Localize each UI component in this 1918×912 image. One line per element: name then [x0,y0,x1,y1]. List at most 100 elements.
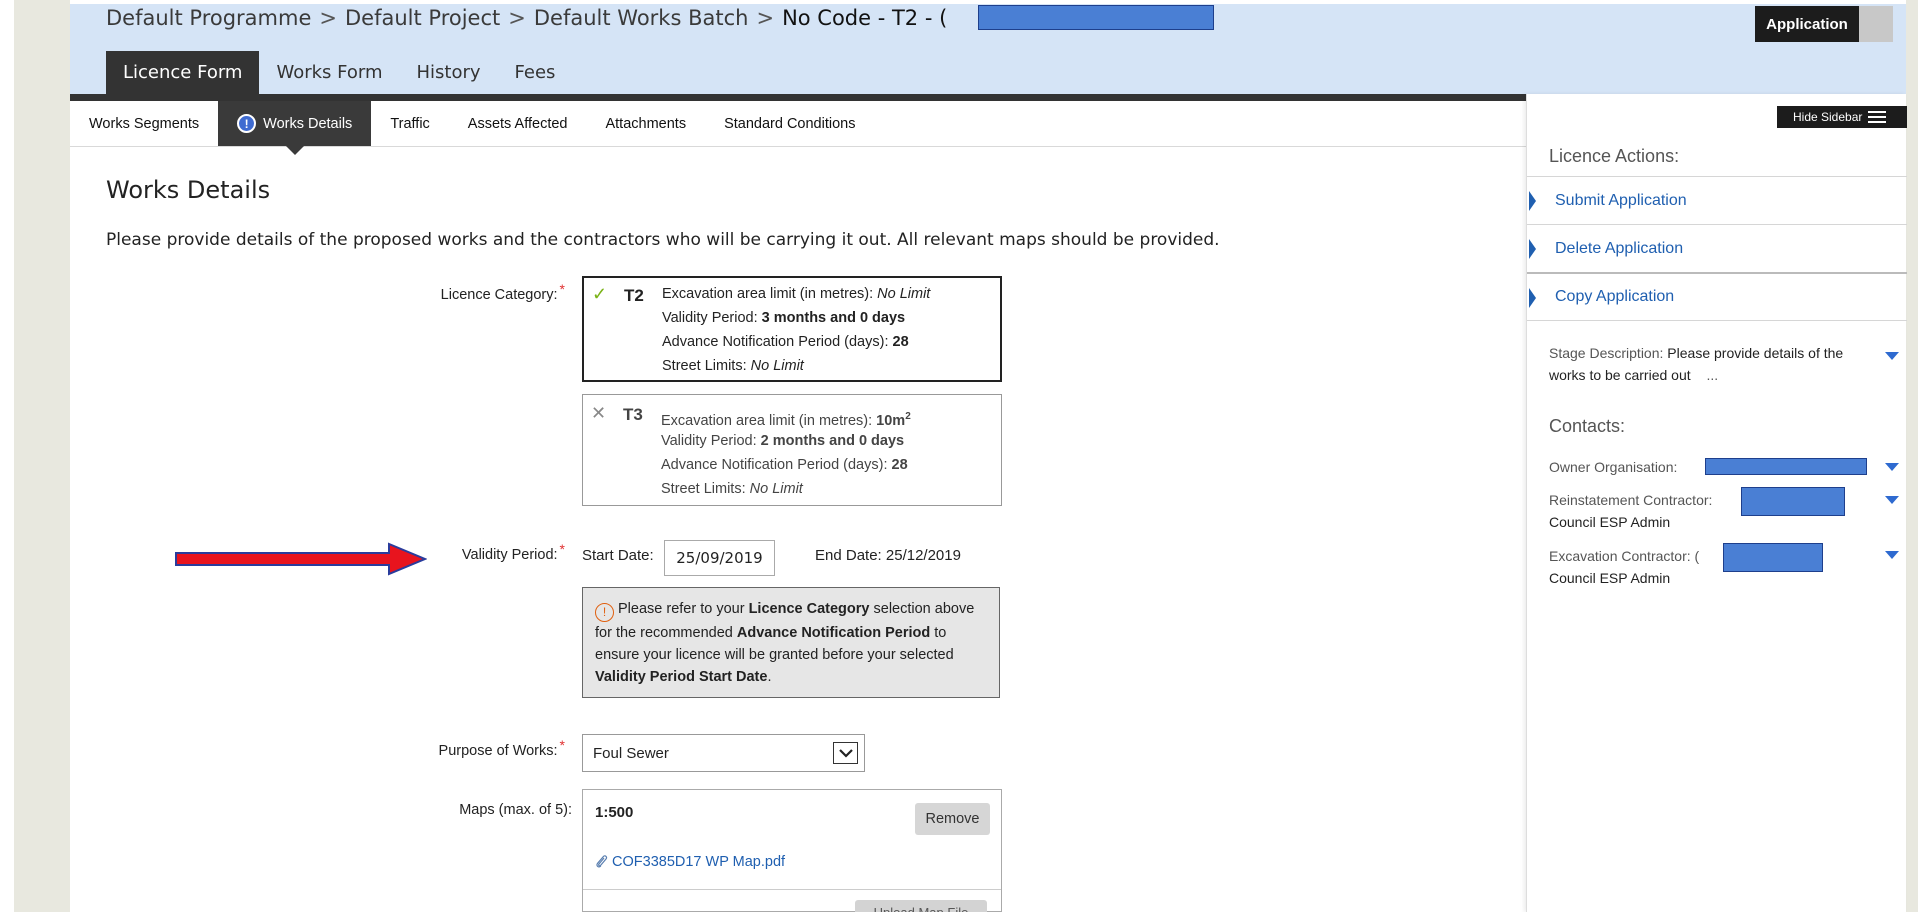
subtab-assets-affected[interactable]: Assets Affected [449,101,587,146]
remove-map-button[interactable]: Remove [915,803,990,835]
excavation-limit-value: No Limit [877,286,931,302]
subtab-works-segments[interactable]: Works Segments [70,101,218,146]
stage-description-label: Stage Description: [1549,345,1664,361]
tab-fees[interactable]: Fees [498,51,573,94]
stage-description: Stage Description: Please provide detail… [1549,342,1849,386]
required-marker: * [559,541,565,557]
copy-application-link[interactable]: Copy Application [1527,272,1907,320]
warning-icon: ! [237,114,257,133]
map-scale: 1:500 [595,804,634,821]
hamburger-icon [1868,111,1887,123]
end-date: End Date: 25/12/2019 [815,547,961,564]
subtab-label: Assets Affected [467,115,568,132]
notice-value: 28 [891,457,908,473]
label-text: Licence Category: [440,287,558,303]
action-label: Submit Application [1555,191,1687,209]
caret-down-icon[interactable] [1885,352,1899,360]
map-file-link[interactable]: COF3385D17 WP Map.pdf [595,854,785,870]
upload-map-button[interactable]: Upload Map File [855,900,987,912]
start-date-label: Start Date: [582,547,654,564]
chevron-right-icon [1529,239,1536,259]
licence-category-option-t3[interactable]: ✕ T3 Excavation area limit (in metres): … [582,394,1002,506]
excavation-limit-label: Excavation area limit (in metres): [661,412,873,429]
excavation-contractor-value: Council ESP Admin [1549,570,1671,586]
breadcrumb-works-batch[interactable]: Default Works Batch [534,6,749,30]
purpose-of-works-select[interactable]: Foul Sewer [582,734,865,772]
submit-application-link[interactable]: Submit Application [1527,176,1907,224]
tab-licence-form[interactable]: Licence Form [106,51,260,94]
breadcrumb-separator: > [508,6,526,30]
right-gutter [1906,0,1918,912]
action-label: Copy Application [1555,288,1675,305]
hide-sidebar-button[interactable]: Hide Sidebar [1777,106,1907,128]
validity-label: Validity Period: [661,433,757,449]
reinstatement-contractor-label: Reinstatement Contractor: [1549,492,1713,508]
advance-notification: Advance Notification Period (days): 28 [662,330,909,354]
caret-down-icon[interactable] [1885,551,1899,559]
main-tabs: Licence Form Works Form History Fees [106,51,572,94]
tab-works-form[interactable]: Works Form [259,51,399,94]
redaction-box [1705,458,1867,475]
divider [1527,320,1907,321]
warning-icon: ! [595,602,614,622]
breadcrumb-programme[interactable]: Default Programme [106,6,311,30]
notice-label: Advance Notification Period (days): [661,457,888,473]
sidebar: Hide Sidebar Licence Actions: Submit App… [1526,94,1907,912]
page-title: Works Details [106,176,271,204]
subtab-works-details[interactable]: ! Works Details [218,101,372,155]
tab-history[interactable]: History [399,51,497,94]
excavation-limit: Excavation area limit (in metres): No Li… [662,282,930,306]
excavation-contractor-label: Excavation Contractor: [1549,548,1691,564]
notice-text: . [767,668,772,685]
chevron-right-icon [1529,191,1536,211]
category-code: T2 [624,286,644,305]
notice-emphasis: Licence Category [748,601,870,617]
stage-ellipsis: ... [1706,367,1719,383]
required-marker: * [559,281,565,297]
street-limits: Street Limits: No Limit [661,477,803,501]
select-value: Foul Sewer [593,744,669,762]
reinstatement-contractor-value: Council ESP Admin [1549,514,1671,530]
validity-period: Validity Period: 3 months and 0 days [662,306,905,330]
licence-category-option-t2[interactable]: ✓ T2 Excavation area limit (in metres): … [582,276,1002,382]
map-file-name: COF3385D17 WP Map.pdf [612,854,786,870]
validity-value: 3 months and 0 days [761,310,906,326]
action-label: Delete Application [1555,239,1684,257]
delete-application-link[interactable]: Delete Application [1527,224,1907,272]
required-marker: * [559,737,565,753]
notice-label: Advance Notification Period (days): [662,334,889,350]
notice-emphasis: Validity Period Start Date [595,668,768,685]
start-date-input[interactable]: 25/09/2019 [664,540,775,576]
breadcrumb-project[interactable]: Default Project [345,6,500,30]
unit-superscript: 2 [905,411,911,422]
owner-organisation-label: Owner Organisation: [1549,459,1678,475]
reinstatement-contractor: Reinstatement Contractor: Council ESP Ad… [1549,489,1712,533]
breadcrumb: Default Programme > Default Project > De… [106,4,947,32]
redaction-box [978,5,1214,30]
left-gutter [14,0,70,912]
subtab-attachments[interactable]: Attachments [586,101,705,146]
paperclip-icon [596,855,608,868]
page-intro: Please provide details of the proposed w… [106,230,1220,250]
notice-value: 28 [892,334,909,350]
street-value: No Limit [749,481,803,497]
subtab-traffic[interactable]: Traffic [371,101,448,146]
street-value: No Limit [750,358,804,374]
validity-period: Validity Period: 2 months and 0 days [661,429,904,453]
divider [583,889,1001,890]
redaction-box [1741,487,1845,516]
caret-down-icon[interactable] [1885,496,1899,504]
sub-tabs: Works Segments ! Works Details Traffic A… [70,101,1526,155]
maps-panel: 1:500 Remove COF3385D17 WP Map.pdf Uploa… [582,789,1002,912]
tab-bar-divider [70,94,1526,101]
select-arrow-icon[interactable] [833,742,858,764]
excavation-limit-label: Excavation area limit (in metres): [662,286,874,302]
redaction-box [1723,543,1823,572]
application-button[interactable]: Application [1755,6,1859,42]
street-label: Street Limits: [662,358,747,374]
caret-down-icon[interactable] [1885,463,1899,471]
notice-emphasis: Advance Notification Period [736,624,931,641]
check-icon: ✓ [592,284,608,304]
chevron-right-icon [1529,288,1536,308]
subtab-standard-conditions[interactable]: Standard Conditions [705,101,874,146]
